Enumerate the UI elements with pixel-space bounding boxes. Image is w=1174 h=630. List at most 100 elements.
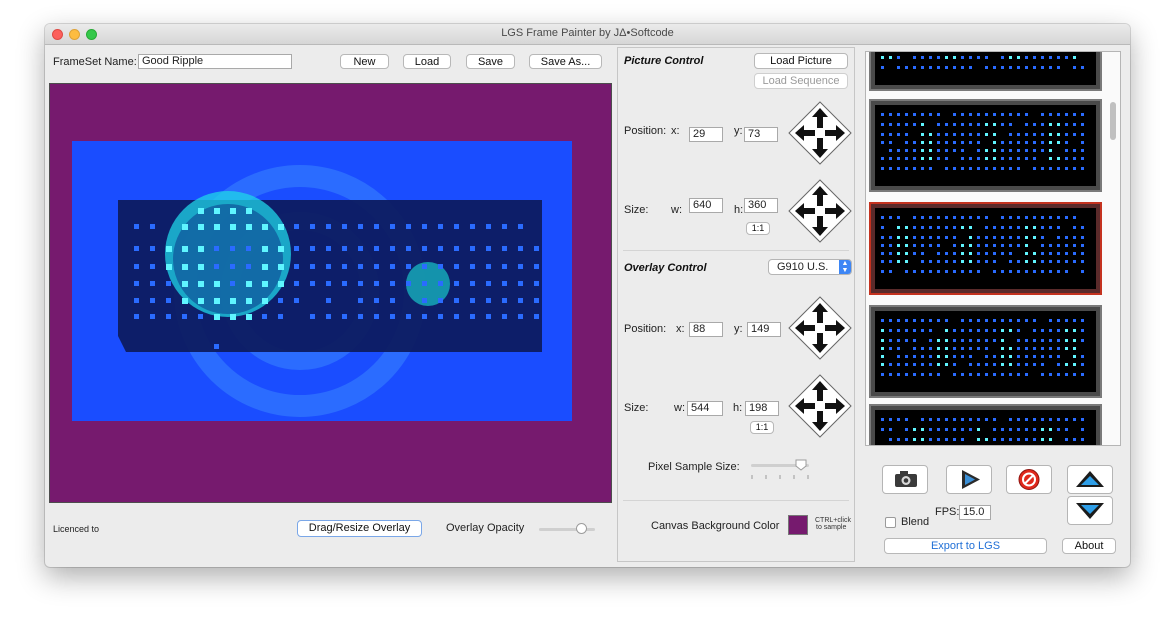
sample-hint-line2: to sample (816, 524, 847, 531)
key-led (486, 246, 491, 251)
four-way-arrows-icon (788, 296, 852, 360)
frame-thumbnail-list[interactable] (865, 51, 1121, 446)
key-led (182, 264, 188, 270)
load-sequence-button[interactable]: Load Sequence (754, 73, 848, 89)
licence-label: Licenced to (53, 524, 100, 534)
keyboard-model-select[interactable]: G910 U.S. ▲ ▼ (768, 259, 852, 275)
pixel-sample-size-slider-knob[interactable] (795, 459, 807, 471)
key-led (150, 314, 155, 319)
overlay-y-label: y: (734, 323, 743, 335)
frame-list-scroll-thumb[interactable] (1110, 102, 1116, 140)
frame-thumbnail[interactable] (869, 404, 1102, 445)
key-led (150, 264, 155, 269)
overlay-position-arrow-pad[interactable] (788, 296, 852, 360)
play-button[interactable] (946, 465, 992, 494)
load-picture-button[interactable]: Load Picture (754, 53, 848, 69)
key-led (406, 281, 411, 286)
overlay-h-input[interactable]: 198 (745, 401, 779, 416)
frame-preview (875, 410, 1096, 445)
key-led (406, 246, 411, 251)
frame-thumbnail[interactable] (869, 99, 1102, 192)
frame-thumbnail-selected[interactable] (869, 202, 1102, 295)
key-led (342, 246, 347, 251)
key-led (358, 264, 363, 269)
drag-resize-overlay-button[interactable]: Drag/Resize Overlay (297, 520, 422, 537)
capture-button[interactable] (882, 465, 928, 494)
key-led (262, 246, 268, 252)
key-led (470, 246, 475, 251)
key-led (278, 246, 284, 252)
frameset-name-label: FrameSet Name: (53, 56, 137, 68)
key-led (342, 264, 347, 269)
key-led (326, 314, 331, 319)
key-led (518, 246, 523, 251)
overlay-w-input[interactable]: 544 (687, 401, 723, 416)
play-icon (962, 470, 980, 489)
key-led (486, 298, 491, 303)
new-button[interactable]: New (340, 54, 389, 69)
load-button[interactable]: Load (403, 54, 451, 69)
key-led (198, 314, 203, 319)
key-led (150, 281, 155, 286)
save-button[interactable]: Save (466, 54, 515, 69)
overlay-ratio-button[interactable]: 1:1 (750, 421, 774, 434)
frameset-name-input[interactable]: Good Ripple (138, 54, 292, 69)
canvas-background-swatch[interactable] (788, 515, 808, 535)
key-led (374, 314, 379, 319)
key-led (518, 264, 523, 269)
picture-w-label: w: (671, 204, 682, 216)
paint-canvas[interactable] (49, 83, 612, 503)
frame-preview (875, 311, 1096, 392)
key-led (502, 224, 507, 229)
key-led (262, 314, 267, 319)
key-led (502, 246, 507, 251)
picture-ratio-button[interactable]: 1:1 (746, 222, 770, 235)
key-led (198, 281, 204, 287)
key-led (326, 246, 331, 251)
picture-w-input[interactable]: 640 (689, 198, 723, 213)
key-led (198, 208, 204, 214)
key-led (326, 224, 331, 229)
picture-position-label: Position: (624, 125, 667, 137)
overlay-size-arrow-pad[interactable] (788, 374, 852, 438)
key-led (422, 281, 427, 286)
picture-position-arrow-pad[interactable] (788, 101, 852, 165)
picture-y-input[interactable]: 73 (744, 127, 778, 142)
move-frame-up-button[interactable] (1067, 465, 1113, 494)
key-led (278, 281, 284, 287)
picture-control-title: Picture Control (624, 55, 704, 67)
key-led (134, 264, 139, 269)
key-led (278, 314, 283, 319)
move-frame-down-button[interactable] (1067, 496, 1113, 525)
key-led (406, 264, 411, 269)
fps-input[interactable]: 15.0 (959, 505, 991, 520)
frame-thumbnail[interactable] (869, 305, 1102, 398)
save-as-button[interactable]: Save As... (529, 54, 602, 69)
overlay-control-title: Overlay Control (624, 262, 707, 274)
overlay-y-input[interactable]: 149 (747, 322, 781, 337)
fps-label: FPS: (935, 506, 960, 518)
key-led (246, 264, 251, 269)
key-led (358, 246, 363, 251)
key-led (150, 246, 155, 251)
about-button[interactable]: About (1062, 538, 1116, 554)
picture-h-input[interactable]: 360 (744, 198, 778, 213)
blend-checkbox[interactable] (885, 517, 896, 528)
four-way-arrows-icon (788, 374, 852, 438)
key-led (486, 224, 491, 229)
key-led (166, 281, 171, 286)
key-led (486, 264, 491, 269)
export-to-lgs-button[interactable]: Export to LGS (884, 538, 1047, 554)
ripple-shade (173, 204, 283, 314)
stop-button[interactable] (1006, 465, 1052, 494)
key-led (278, 298, 283, 303)
frame-thumbnail[interactable] (869, 52, 1102, 91)
picture-size-arrow-pad[interactable] (788, 179, 852, 243)
overlay-x-input[interactable]: 88 (689, 322, 723, 337)
picture-x-input[interactable]: 29 (689, 127, 723, 142)
key-led (470, 281, 475, 286)
key-led (294, 246, 299, 251)
key-led (166, 264, 172, 270)
overlay-opacity-slider-knob[interactable] (576, 523, 587, 534)
frame-list-scrollbar[interactable] (1107, 54, 1119, 443)
